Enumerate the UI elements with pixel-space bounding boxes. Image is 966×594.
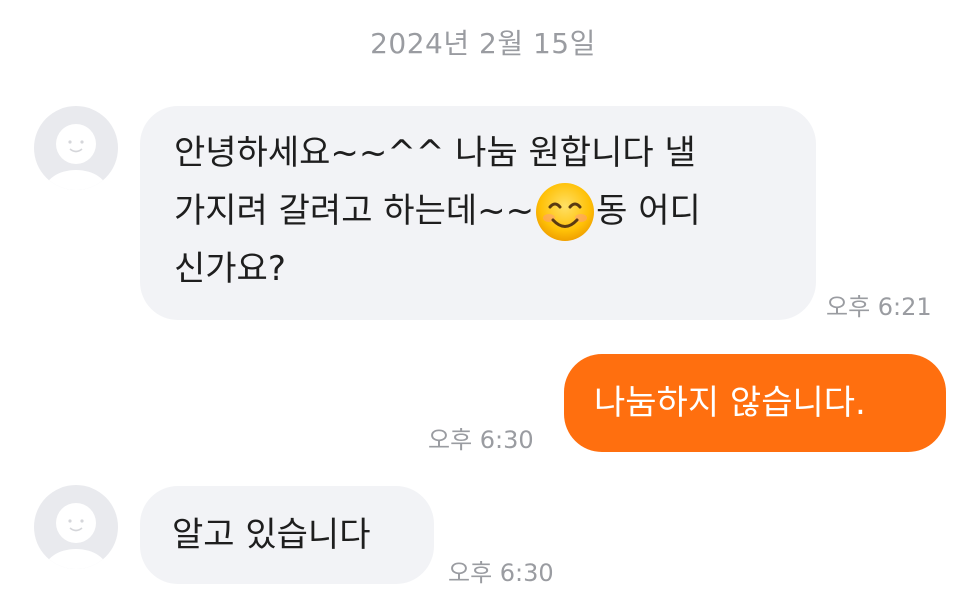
default-profile-icon <box>44 124 108 190</box>
message-text: 가지려 갈려고 하는데~~ <box>174 191 535 231</box>
message-timestamp: 오후 6:21 <box>826 293 932 321</box>
message-bubble-incoming[interactable]: 안녕하세요~~^^ 나눔 원합니다 낼 가지려 갈려고 하는데~~ 동 어디 신… <box>140 106 816 320</box>
message-text: 동 어디 <box>596 191 701 231</box>
smiling-face-icon <box>534 181 596 243</box>
message-text: 알고 있습니다 <box>172 515 371 555</box>
default-profile-icon <box>44 503 108 569</box>
message-timestamp: 오후 6:30 <box>428 426 534 454</box>
avatar[interactable] <box>34 485 118 569</box>
message-text: 나눔하지 않습니다. <box>594 383 866 423</box>
message-timestamp: 오후 6:30 <box>448 559 554 587</box>
date-divider: 2024년 2월 15일 <box>370 27 596 60</box>
avatar[interactable] <box>34 106 118 190</box>
message-line: 신가요? <box>174 249 286 289</box>
message-line-with-emoji: 가지려 갈려고 하는데~~ 동 어디 <box>174 181 782 243</box>
message-bubble-incoming[interactable]: 알고 있습니다 <box>140 486 434 584</box>
message-line: 안녕하세요~~^^ 나눔 원합니다 낼 <box>174 133 696 173</box>
message-bubble-outgoing[interactable]: 나눔하지 않습니다. <box>564 354 946 452</box>
